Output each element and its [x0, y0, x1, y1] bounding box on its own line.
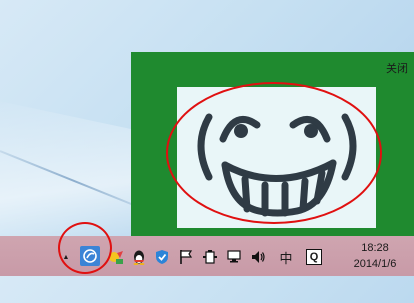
- grinning-face-icon: [197, 113, 357, 217]
- clock-date: 2014/1/6: [353, 258, 397, 270]
- system-clock[interactable]: 18:28 2014/1/6: [344, 240, 406, 272]
- smiley-popup: 关闭: [131, 52, 414, 236]
- weather-app-icon[interactable]: [108, 249, 124, 265]
- volume-icon[interactable]: [250, 249, 266, 265]
- network-app-icon[interactable]: [80, 246, 100, 266]
- power-battery-icon[interactable]: [202, 249, 218, 265]
- security-shield-icon[interactable]: [154, 249, 170, 265]
- qq-penguin-icon[interactable]: [131, 249, 147, 265]
- smiley-image: [177, 87, 376, 228]
- show-hidden-icons-arrow[interactable]: ▲: [58, 249, 74, 265]
- q-app-icon[interactable]: Q: [306, 249, 322, 265]
- clock-time: 18:28: [361, 242, 389, 254]
- taskbar: ▲ 中 Q 18:28 2014/1/6: [0, 236, 414, 276]
- input-method-icon[interactable]: 中: [278, 249, 294, 266]
- action-center-flag-icon[interactable]: [178, 249, 194, 265]
- close-button[interactable]: 关闭: [386, 60, 408, 76]
- network-monitor-icon[interactable]: [226, 249, 242, 265]
